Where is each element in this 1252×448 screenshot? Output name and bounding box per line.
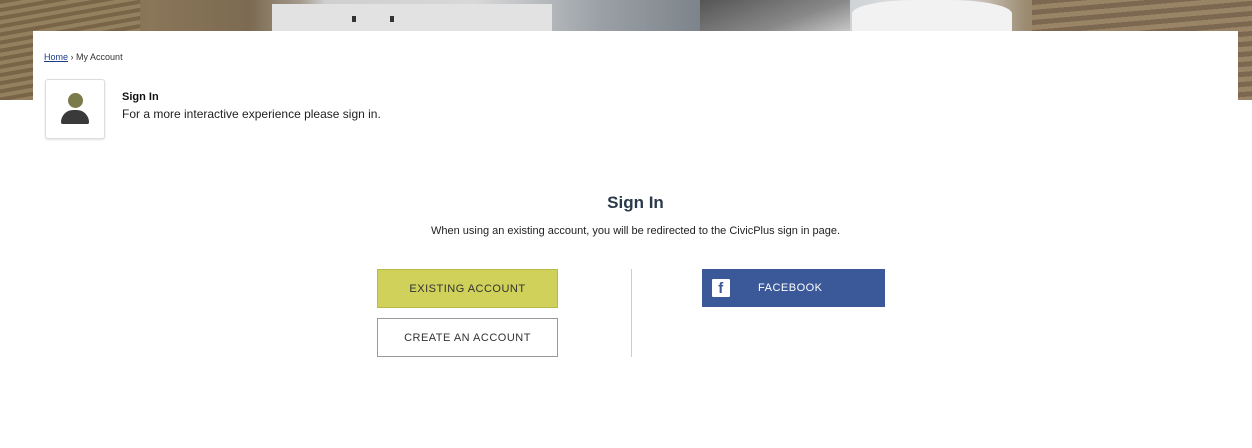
hero-structure [700,0,850,34]
signin-subtitle: When using an existing account, you will… [430,225,841,237]
vertical-divider [631,269,632,357]
hero-building [272,4,552,34]
existing-account-label: EXISTING ACCOUNT [409,282,526,295]
facebook-button[interactable]: f FACEBOOK [702,269,885,307]
hero-tank [852,0,1012,34]
breadcrumb-separator: › [70,52,74,62]
signin-title: Sign In [607,193,664,212]
avatar-body [61,110,89,124]
breadcrumb-current: My Account [76,52,123,62]
avatar-head [68,93,83,108]
breadcrumb: Home › My Account [44,52,123,62]
existing-account-button[interactable]: EXISTING ACCOUNT [377,269,558,308]
create-account-button[interactable]: CREATE AN ACCOUNT [377,318,558,357]
user-avatar-icon [45,79,105,139]
content-panel: Home › My Account Sign In For a more int… [33,31,1238,448]
create-account-label: CREATE AN ACCOUNT [404,331,531,344]
facebook-icon: f [712,279,730,297]
intro-text: For a more interactive experience please… [122,107,381,121]
facebook-label: FACEBOOK [758,282,823,294]
intro-title: Sign In [122,91,159,103]
breadcrumb-home-link[interactable]: Home [44,52,68,62]
